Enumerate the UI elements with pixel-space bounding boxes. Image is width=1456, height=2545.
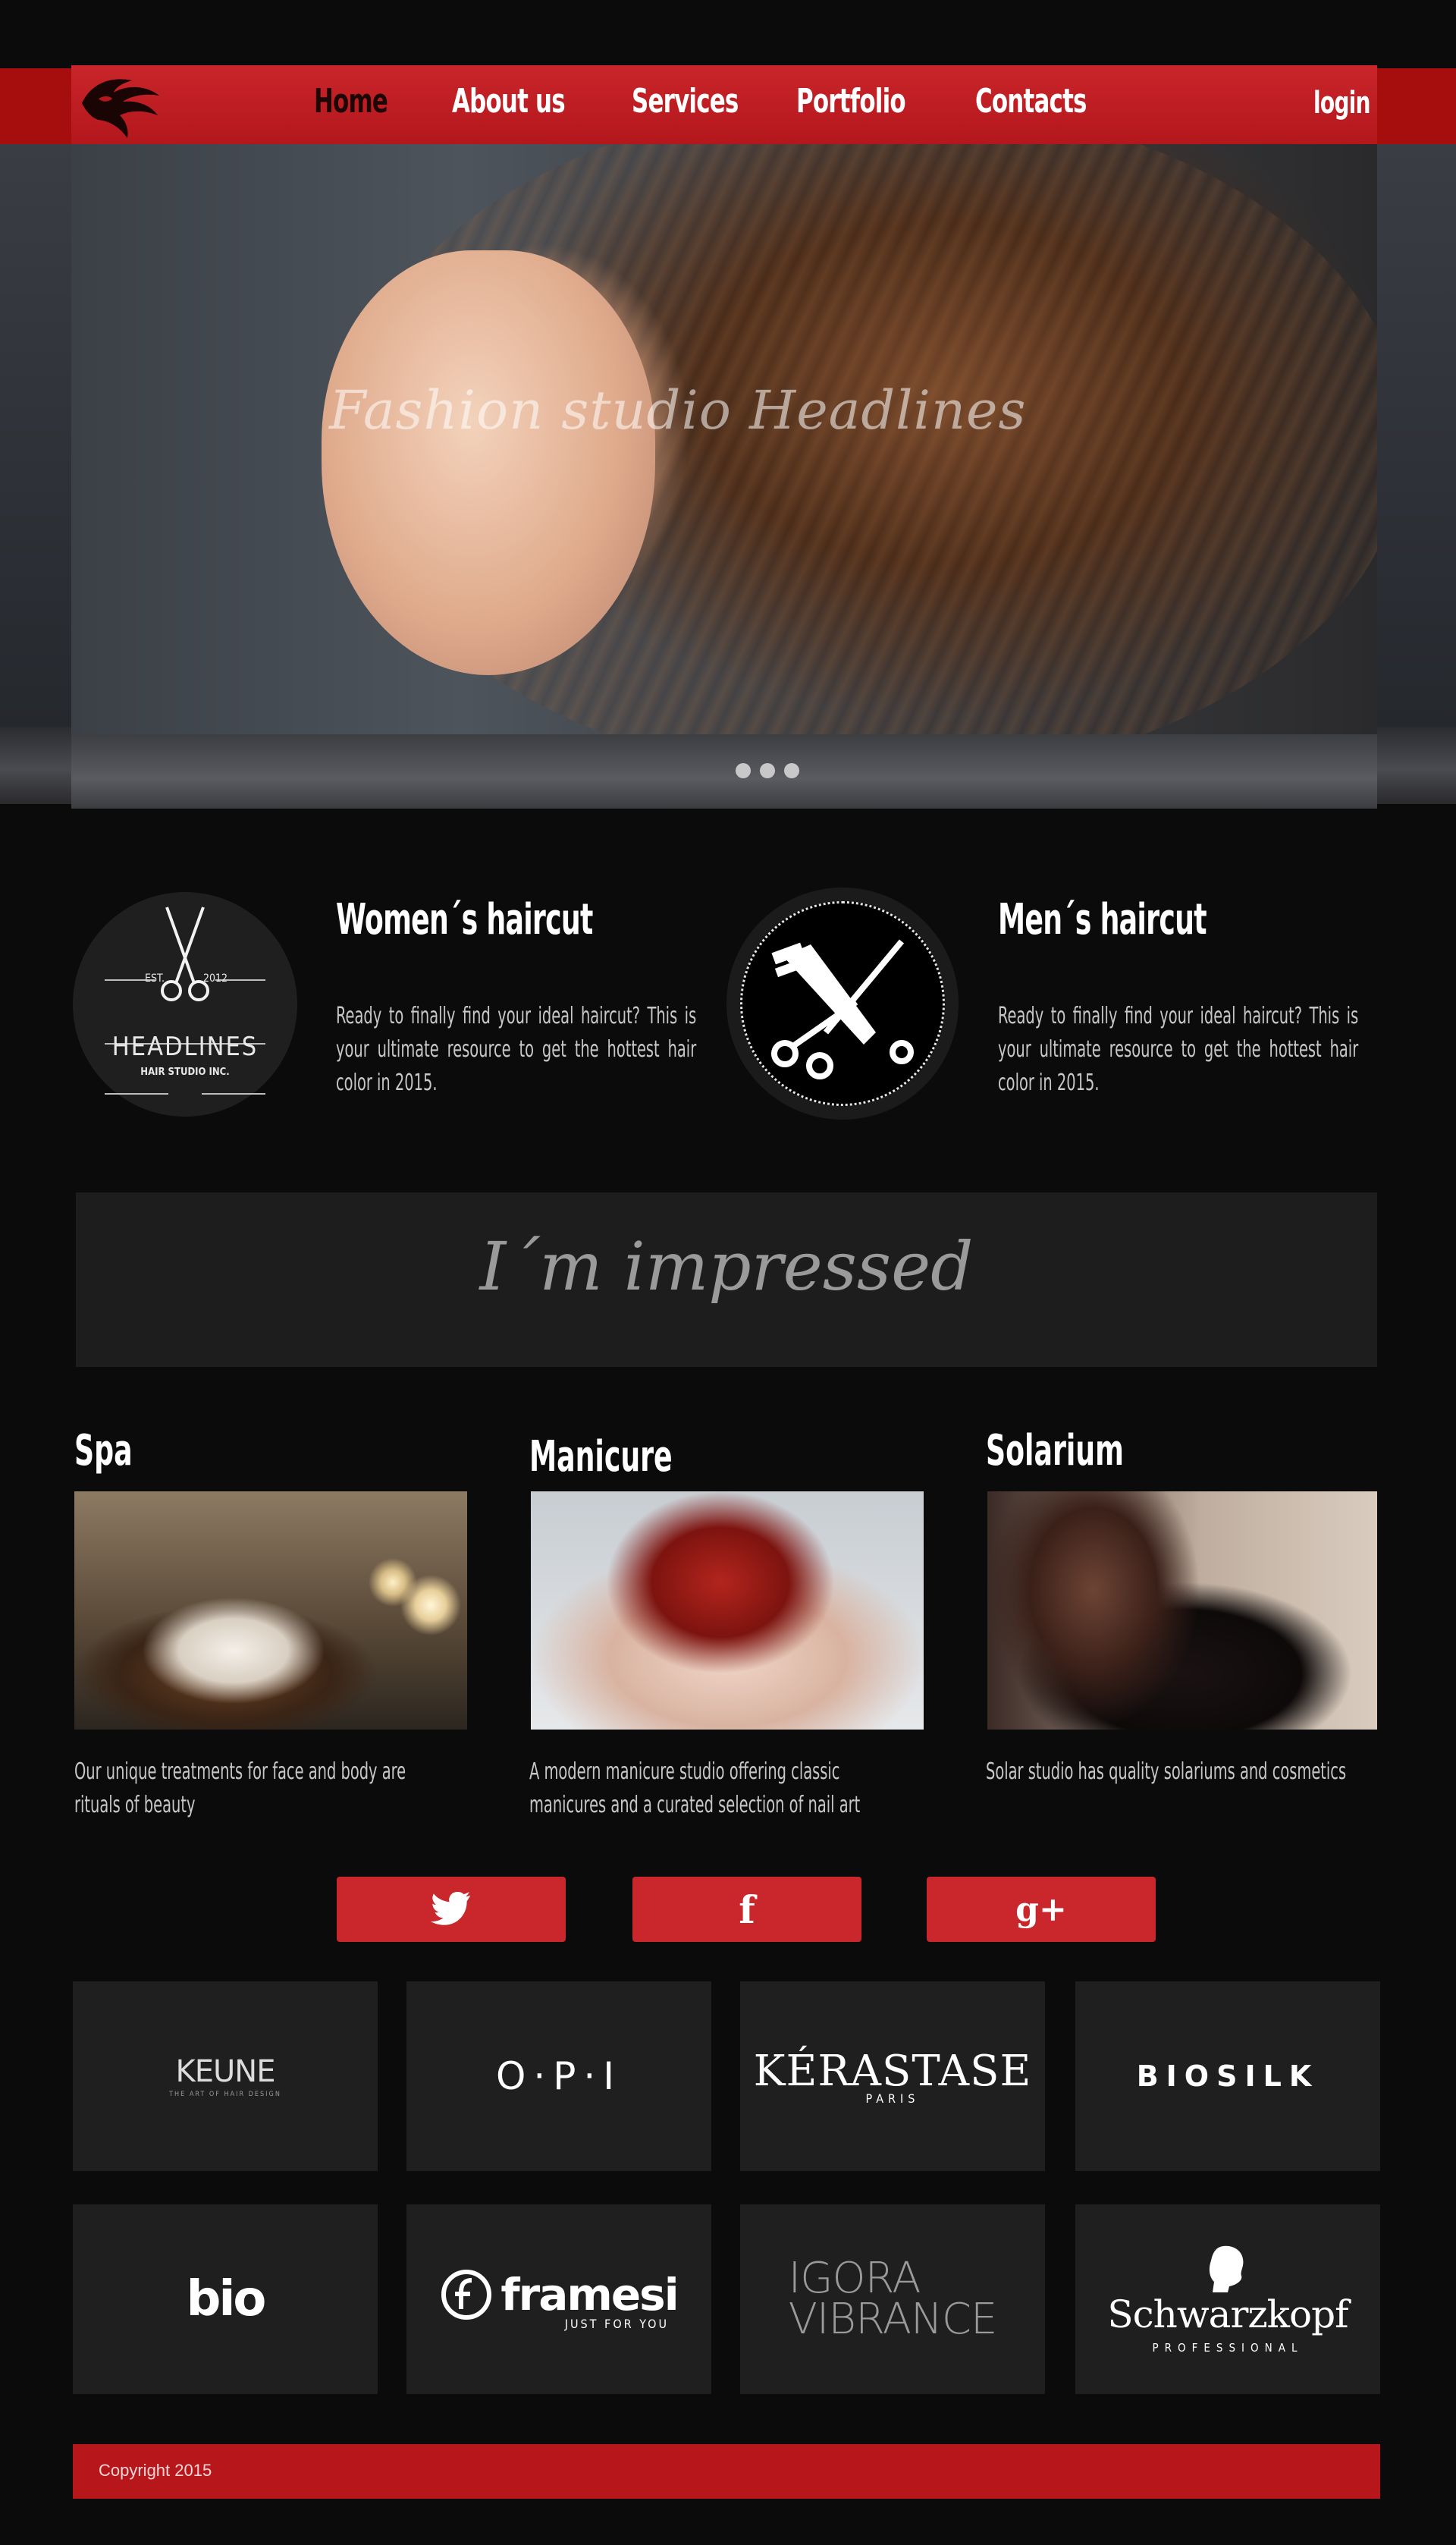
footer-bar <box>73 2444 1380 2499</box>
hero-model-image <box>322 250 655 675</box>
hair-logo-icon[interactable] <box>76 68 165 141</box>
bio-logo: bio <box>186 2271 267 2327</box>
hero-slider[interactable]: Fashion studio Headlines <box>71 144 1377 734</box>
facebook-icon: f <box>739 1887 755 1932</box>
brand-framesi[interactable]: framesi JUST FOR YOU <box>406 2204 711 2394</box>
slider-dot-3[interactable] <box>784 763 799 778</box>
brand-biosilk[interactable]: BIOSILK <box>1075 1981 1380 2171</box>
spa-title: Spa <box>74 1426 133 1475</box>
framesi-logo: framesi <box>500 2268 679 2320</box>
women-haircut-text: Ready to finally find your ideal haircut… <box>336 1003 697 1096</box>
brand-bio[interactable]: bio <box>73 2204 378 2394</box>
women-haircut-title: Women´s haircut <box>336 895 593 944</box>
google-plus-icon: g+ <box>1015 1890 1067 1929</box>
google-plus-button[interactable]: g+ <box>927 1877 1156 1942</box>
schwarzkopf-logo: Schwarzkopf <box>1107 2292 1348 2336</box>
igora-logo-line2: VIBRANCE <box>788 2295 998 2344</box>
men-haircut-title: Men´s haircut <box>998 895 1207 944</box>
headlines-badge: EST. 2012 HEADLINES HAIR STUDIO INC. <box>73 892 297 1117</box>
solarium-title: Solarium <box>986 1426 1124 1475</box>
schwarzkopf-head-icon <box>1209 2245 1244 2292</box>
login-link[interactable]: login <box>1313 80 1370 126</box>
twitter-icon <box>430 1892 471 1925</box>
copyright-text: Copyright 2015 <box>99 2461 212 2480</box>
framesi-tagline: JUST FOR YOU <box>564 2316 669 2331</box>
manicure-image[interactable] <box>531 1491 924 1730</box>
scissors-icon <box>105 906 265 1095</box>
slider-dot-1[interactable] <box>736 763 751 778</box>
schwarzkopf-tagline: PROFESSIONAL <box>1152 2341 1304 2355</box>
brand-kerastase[interactable]: KÉRASTASE PARIS <box>740 1981 1045 2171</box>
twitter-button[interactable] <box>337 1877 566 1942</box>
clipper-scissors-icon <box>771 939 914 1079</box>
keune-logo: KEUNE <box>175 2054 276 2089</box>
kerastase-logo: KÉRASTASE <box>753 2047 1032 2096</box>
framesi-emblem-icon <box>441 2269 492 2320</box>
facebook-button[interactable]: f <box>632 1877 861 1942</box>
manicure-text: A modern manicure studio offering classi… <box>529 1758 861 1818</box>
badge-sub: HAIR STUDIO INC. <box>140 1067 230 1078</box>
spa-text: Our unique treatments for face and body … <box>74 1758 406 1818</box>
brand-igora[interactable]: IGORA VIBRANCE <box>740 2204 1045 2394</box>
keune-tagline: THE ART OF HAIR DESIGN <box>169 2091 281 2098</box>
nav-about-us[interactable]: About us <box>452 79 566 124</box>
brand-opi[interactable]: O·P·I <box>406 1981 711 2171</box>
solarium-image[interactable] <box>987 1491 1377 1730</box>
opi-logo: O·P·I <box>495 2054 623 2098</box>
biosilk-logo: BIOSILK <box>1136 2060 1320 2093</box>
slider-dot-2[interactable] <box>760 763 775 778</box>
kerastase-tagline: PARIS <box>865 2091 920 2106</box>
nav-portfolio[interactable]: Portfolio <box>796 79 906 124</box>
badge-year: 2012 <box>202 972 228 985</box>
nav-services[interactable]: Services <box>632 79 739 124</box>
manicure-title: Manicure <box>529 1432 673 1481</box>
men-haircut-text: Ready to finally find your ideal haircut… <box>998 1003 1359 1096</box>
igora-logo-line1: IGORA <box>788 2254 921 2303</box>
brand-schwarzkopf[interactable]: Schwarzkopf PROFESSIONAL <box>1075 2204 1380 2394</box>
impressed-text: I´m impressed <box>479 1227 974 1305</box>
solarium-text: Solar studio has quality solariums and c… <box>986 1758 1347 1785</box>
badge-brand: HEADLINES <box>111 1032 259 1062</box>
nav-home[interactable]: Home <box>314 79 388 124</box>
nav-contacts[interactable]: Contacts <box>975 79 1087 124</box>
hero-title: Fashion studio Headlines <box>329 379 1027 441</box>
brand-keune[interactable]: KEUNE THE ART OF HAIR DESIGN <box>73 1981 378 2171</box>
spa-image[interactable] <box>74 1491 467 1730</box>
men-badge-inner <box>740 901 945 1106</box>
slider-controls <box>71 734 1377 809</box>
